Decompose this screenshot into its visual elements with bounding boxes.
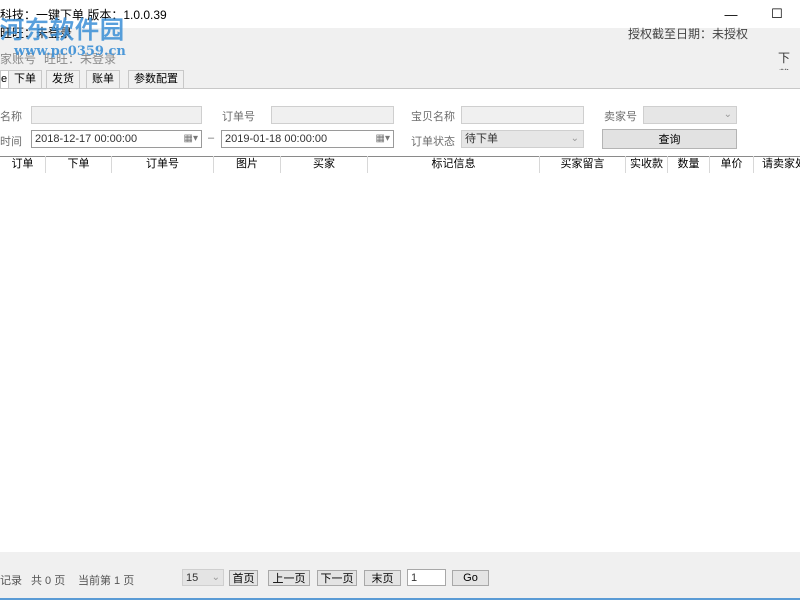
go-button[interactable]: Go [452, 570, 489, 586]
tab-settings[interactable]: 参数配置 [128, 70, 184, 88]
date-from-value: 2018-12-17 00:00:00 [35, 133, 138, 145]
column-header-buyer[interactable]: 买家 [281, 156, 368, 173]
maximize-icon: ☐ [771, 6, 783, 21]
order-status-select[interactable]: 待下单 ⌄ [461, 130, 584, 148]
shop-name-label: 名称 [0, 111, 22, 123]
seller-no-select[interactable]: ⌄ [643, 106, 737, 124]
order-no-input[interactable] [271, 106, 394, 124]
tab-billing[interactable]: 账单 [86, 70, 120, 88]
tab-place-order[interactable]: 下单 [8, 70, 42, 88]
calendar-dropdown-icon[interactable]: ▦▾ [184, 131, 198, 147]
records-label: 记录 [0, 575, 22, 587]
order-status-label: 订单状态 [411, 136, 455, 148]
column-header-place-order[interactable]: 下单 [46, 156, 112, 173]
chevron-down-icon: ⌄ [211, 572, 220, 583]
date-from-picker[interactable]: 2018-12-17 00:00:00 ▦▾ [31, 130, 202, 148]
goto-page-input[interactable]: 1 [407, 569, 446, 586]
calendar-dropdown-icon[interactable]: ▦▾ [376, 131, 390, 147]
chevron-down-icon: ⌄ [570, 133, 579, 144]
auth-expiry-text: 授权截至日期：未授权 [628, 27, 749, 41]
date-separator: – [208, 132, 215, 144]
column-header-amount[interactable]: 实收款 [626, 156, 668, 173]
column-header-quantity[interactable]: 数量 [668, 156, 710, 173]
column-header-seller-request[interactable]: 请卖家处 [754, 156, 800, 173]
page-size-value: 15 [186, 572, 199, 584]
column-header-buyer-message[interactable]: 买家留言 [540, 156, 626, 173]
column-header-order-no[interactable]: 订单号 [112, 156, 214, 173]
time-label: 时间 [0, 136, 22, 148]
column-header-order[interactable]: 订单 [0, 156, 46, 173]
order-status-value: 待下单 [465, 133, 498, 145]
column-header-image[interactable]: 图片 [214, 156, 281, 173]
column-header-flag-info[interactable]: 标记信息 [368, 156, 540, 173]
tab-strip [0, 70, 800, 89]
last-page-button[interactable]: 末页 [364, 570, 401, 586]
shop-name-input[interactable] [31, 106, 202, 124]
current-page-text: 当前第 1 页 [78, 575, 135, 587]
total-pages-text: 共 0 页 [31, 575, 66, 587]
item-name-label: 宝贝名称 [411, 111, 455, 123]
date-to-value: 2019-01-18 00:00:00 [225, 133, 328, 145]
maximize-button[interactable]: ☐ [754, 0, 800, 28]
column-header-unit-price[interactable]: 单价 [710, 156, 754, 173]
minimize-icon: — [724, 6, 738, 22]
page-size-select[interactable]: 15 ⌄ [182, 569, 224, 586]
item-name-input[interactable] [461, 106, 584, 124]
seller-no-label: 卖家号 [604, 111, 637, 123]
prev-page-button[interactable]: 上一页 [268, 570, 310, 586]
first-page-button[interactable]: 首页 [229, 570, 258, 586]
watermark-logo: 河东软件园 [0, 15, 125, 44]
watermark-url: www.pc0359.cn [14, 44, 126, 59]
tab-ship[interactable]: 发货 [46, 70, 80, 88]
next-page-button[interactable]: 下一页 [317, 570, 357, 586]
query-button[interactable]: 查询 [602, 129, 737, 149]
minimize-button[interactable]: — [708, 0, 754, 28]
chevron-down-icon: ⌄ [723, 109, 732, 120]
order-table-body[interactable] [0, 174, 800, 552]
date-to-picker[interactable]: 2019-01-18 00:00:00 ▦▾ [221, 130, 394, 148]
order-no-label: 订单号 [222, 111, 255, 123]
